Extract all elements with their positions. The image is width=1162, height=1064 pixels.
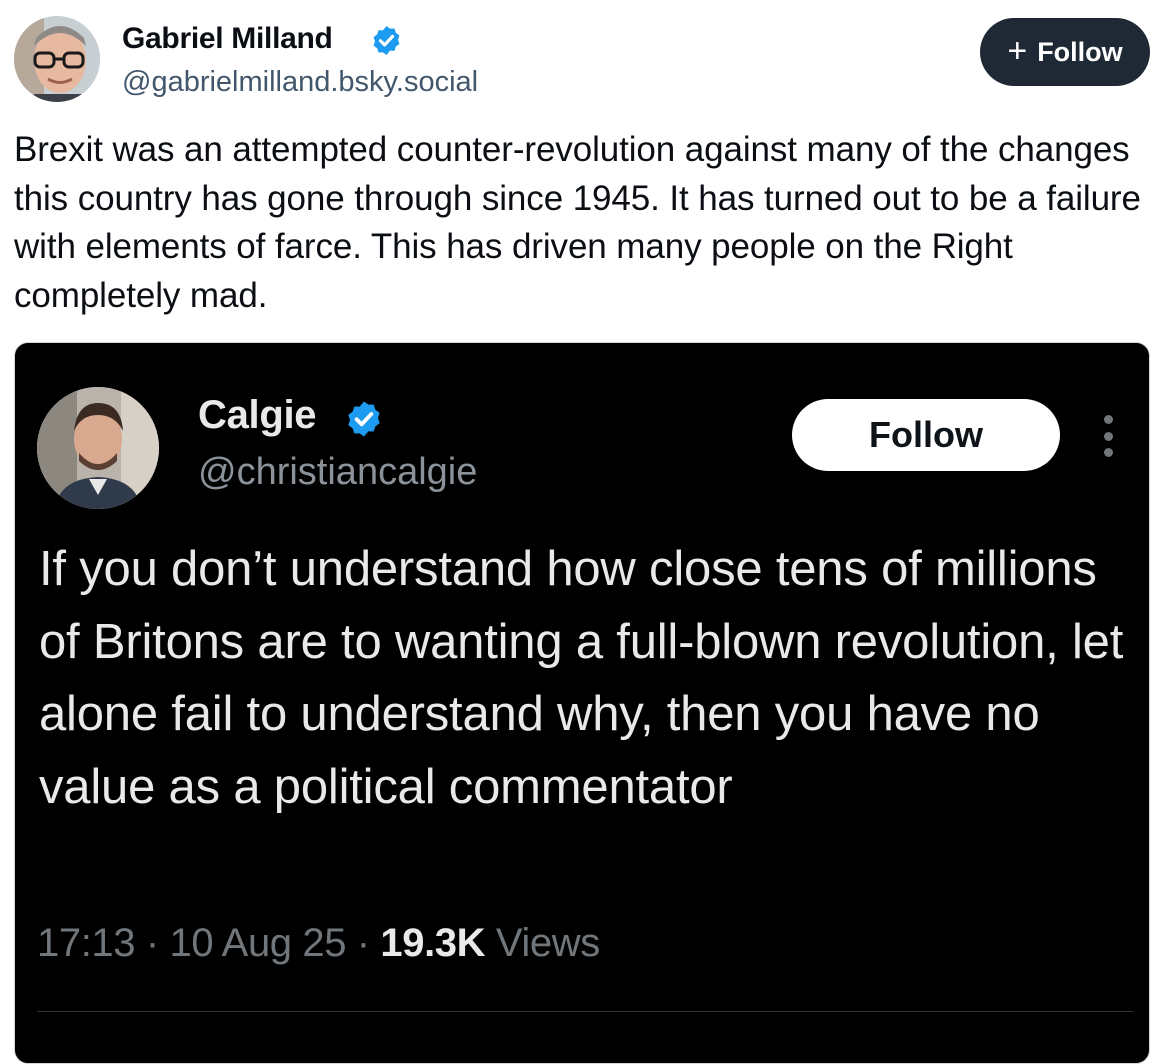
meta-separator: · (145, 921, 159, 965)
verified-badge-icon (370, 24, 403, 57)
person-with-glasses-icon (14, 16, 100, 102)
embed-post-text: If you don’t understand how close tens o… (39, 542, 1124, 814)
embed-author-handle: @christiancalgie (198, 451, 478, 493)
embed-author-avatar (37, 387, 159, 509)
author-handle[interactable]: @gabrielmilland.bsky.social (122, 66, 478, 99)
divider (37, 1011, 1133, 1012)
post-card: Gabriel Milland @gabrielmilland.bsky.soc… (0, 0, 1162, 1064)
embed-views-label: Views (495, 921, 600, 965)
author-name[interactable]: Gabriel Milland (122, 22, 333, 56)
verified-badge-icon (344, 399, 384, 439)
follow-button-label: Follow (1037, 36, 1123, 67)
person-avatar-icon (37, 387, 159, 509)
embed-date: 10 Aug 25 (169, 921, 347, 965)
more-options-icon (1101, 415, 1115, 457)
embed-post-meta: 17:13 · 10 Aug 25 · 19.3K Views (37, 921, 600, 966)
plus-icon: + (1007, 31, 1028, 70)
embed-follow-button: Follow (792, 399, 1060, 471)
author-avatar[interactable] (14, 16, 100, 102)
follow-button[interactable]: + Follow (980, 18, 1150, 86)
embedded-image[interactable]: Calgie @christiancalgie Follow If you do… (14, 342, 1150, 1064)
embed-views-count: 19.3K (380, 921, 486, 965)
embed-time: 17:13 (37, 921, 136, 965)
embed-author-name: Calgie (198, 393, 317, 437)
meta-separator: · (356, 921, 370, 965)
post-text: Brexit was an attempted counter-revoluti… (14, 130, 1141, 315)
